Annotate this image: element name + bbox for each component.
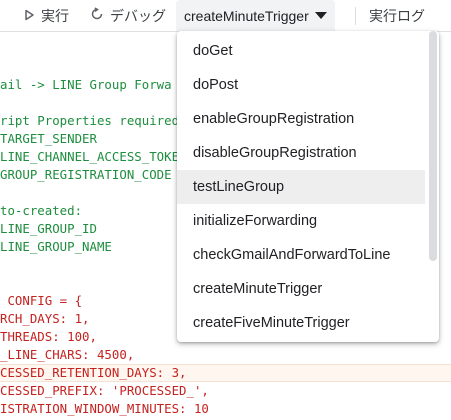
- menu-item-createMinuteTrigger[interactable]: createMinuteTrigger: [177, 272, 425, 306]
- code-line: CESSED_RETENTION_DAYS: 3,: [0, 365, 187, 380]
- caret-down-icon: [314, 12, 327, 19]
- play-icon: [23, 8, 35, 24]
- selected-function-label: createMinuteTrigger: [184, 7, 309, 24]
- code-line: _LINE_CHARS: 4500,: [0, 347, 135, 362]
- menu-item-createFiveMinuteTrigger[interactable]: createFiveMinuteTrigger: [177, 306, 425, 340]
- code-line: ail -> LINE Group Forwa: [0, 77, 172, 92]
- code-line: to-created:: [0, 203, 83, 218]
- code-line: TARGET_SENDER: [0, 131, 97, 146]
- menu-item-disableGroupRegistration[interactable]: disableGroupRegistration: [177, 136, 425, 170]
- debug-icon: [90, 7, 104, 24]
- editor-toolbar: 実行 デバッグ createMinuteTrigger 実行ログ: [0, 0, 451, 32]
- menu-item-enableGroupRegistration[interactable]: enableGroupRegistration: [177, 102, 425, 136]
- code-line: RCH_DAYS: 1,: [0, 311, 90, 326]
- function-select-dropdown[interactable]: createMinuteTrigger: [176, 0, 335, 31]
- menu-item-doGet[interactable]: doGet: [177, 34, 425, 68]
- code-line: THREADS: 100,: [0, 329, 97, 344]
- execution-log-button[interactable]: 実行ログ: [369, 0, 425, 31]
- menu-item-initializeForwarding[interactable]: initializeForwarding: [177, 204, 425, 238]
- code-line: ISTRATION_WINDOW_MINUTES: 10: [0, 401, 209, 416]
- menu-item-testLineGroup[interactable]: testLineGroup: [177, 170, 425, 204]
- dropdown-scrollbar[interactable]: [429, 31, 437, 261]
- debug-label: デバッグ: [110, 7, 166, 24]
- code-line: GROUP_REGISTRATION_CODE: [0, 167, 172, 182]
- code-line: LINE_CHANNEL_ACCESS_TOKE: [0, 149, 180, 164]
- toolbar-divider: [355, 7, 356, 25]
- code-line: ript Properties required: [0, 113, 180, 128]
- code-line: LINE_GROUP_NAME: [0, 239, 112, 254]
- code-line: CONFIG = {: [0, 293, 83, 308]
- code-line: CESSED_PREFIX: 'PROCESSED_',: [0, 383, 209, 398]
- menu-item-doPost[interactable]: doPost: [177, 68, 425, 102]
- run-button[interactable]: 実行: [23, 0, 69, 31]
- code-line: LINE_GROUP_ID: [0, 221, 97, 236]
- debug-button[interactable]: デバッグ: [90, 0, 166, 31]
- menu-item-checkGmailAndForwardToLine[interactable]: checkGmailAndForwardToLine: [177, 238, 425, 272]
- run-label: 実行: [41, 7, 69, 24]
- execution-log-label: 実行ログ: [369, 7, 425, 24]
- function-dropdown-menu: doGet doPost enableGroupRegistration dis…: [177, 31, 439, 342]
